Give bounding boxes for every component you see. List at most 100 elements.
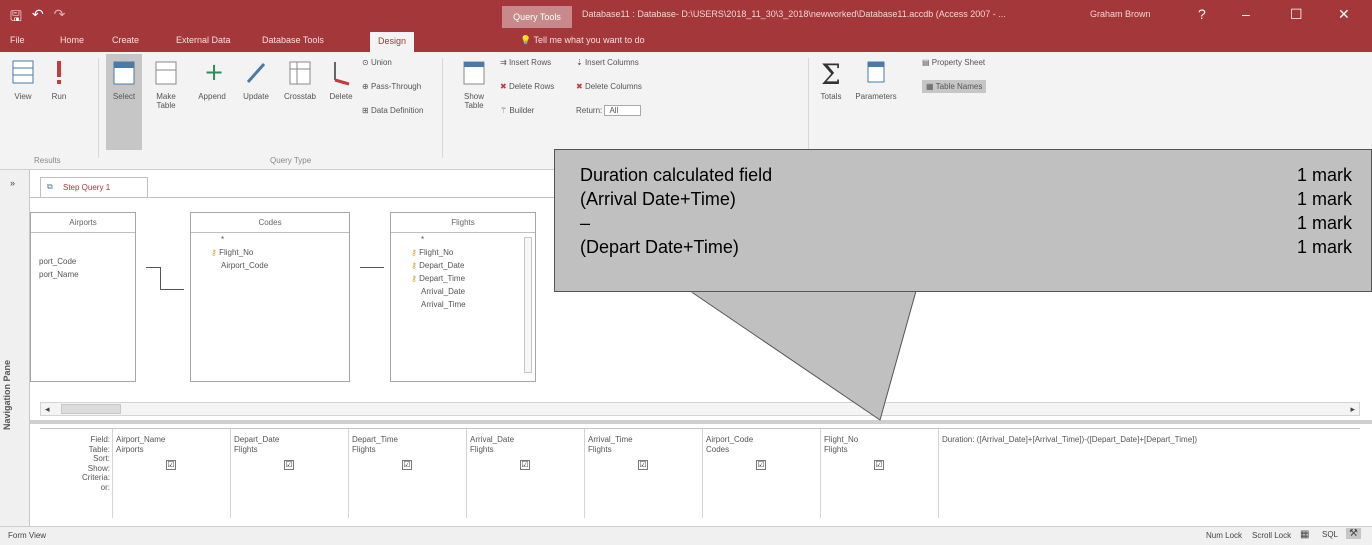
tab-step-query-1[interactable]: ⧉ Step Query 1 — [40, 177, 148, 197]
grid-table-cell[interactable]: Codes — [706, 445, 729, 454]
pass-through-button[interactable]: ⊕ Pass-Through — [362, 82, 421, 91]
delete-rows-button[interactable]: ✖ Delete Rows — [500, 82, 554, 91]
field-item[interactable]: * — [191, 233, 349, 246]
table-names-button[interactable]: ▦ Table Names — [922, 80, 987, 93]
table-flights[interactable]: Flights * ⚷ Flight_No ⚷ Depart_Date ⚷ De… — [390, 212, 536, 382]
window-title: Database11 : Database- D:\USERS\2018_11_… — [582, 9, 1006, 19]
maximize-button[interactable]: ☐ — [1290, 6, 1303, 23]
totals-button[interactable]: Σ Totals — [814, 58, 848, 101]
tab-external-data[interactable]: External Data — [176, 35, 231, 45]
show-table-button[interactable]: Show Table — [454, 58, 494, 110]
collapse-chevron-icon[interactable]: » — [10, 178, 15, 188]
pencil-icon — [246, 63, 266, 83]
scroll-thumb[interactable] — [61, 404, 121, 414]
make-table-icon — [155, 61, 177, 85]
field-item[interactable]: ⚷ Depart_Date — [391, 259, 535, 272]
table-scrollbar[interactable] — [524, 237, 532, 373]
grid-field-cell[interactable]: Airport_Name — [116, 435, 165, 444]
delete-query-button[interactable]: Delete — [324, 58, 358, 101]
show-checkbox[interactable]: ☑ — [874, 460, 884, 470]
ribbon-divider — [808, 58, 809, 158]
grid-field-cell[interactable]: Flight_No — [824, 435, 858, 444]
show-checkbox[interactable]: ☑ — [638, 460, 648, 470]
callout-mark: 1 mark — [1297, 237, 1353, 257]
user-name[interactable]: Graham Brown — [1090, 9, 1151, 19]
show-checkbox[interactable]: ☑ — [284, 460, 294, 470]
union-icon: ⊙ — [362, 58, 371, 67]
builder-button[interactable]: ⚚ Builder — [500, 106, 534, 115]
insert-rows-button[interactable]: ⇉ Insert Rows — [500, 58, 551, 67]
data-definition-label: Data Definition — [370, 106, 424, 115]
update-button[interactable]: Update — [236, 58, 276, 101]
sql-view-icon[interactable]: SQL — [1322, 530, 1338, 539]
tab-file[interactable]: File — [10, 35, 25, 45]
show-checkbox[interactable]: ☑ — [520, 460, 530, 470]
field-item[interactable]: Arrival_Time — [391, 298, 535, 311]
grid-table-cell[interactable]: Flights — [352, 445, 376, 454]
grid-field-cell[interactable]: Arrival_Date — [470, 435, 514, 444]
append-icon: +! — [204, 58, 226, 86]
group-query-type-label: Query Type — [270, 156, 312, 165]
tab-create[interactable]: Create — [112, 35, 139, 45]
undo-icon[interactable]: ↶ — [32, 6, 44, 30]
union-button[interactable]: ⊙ Union — [362, 58, 392, 67]
grid-table-cell[interactable]: Flights — [234, 445, 258, 454]
tab-home[interactable]: Home — [60, 35, 84, 45]
design-view-icon[interactable]: ⚒ — [1346, 528, 1361, 539]
parameters-button[interactable]: Parameters — [852, 58, 900, 101]
field-item[interactable]: port_Name — [31, 268, 135, 281]
tell-me-box[interactable]: 💡 Tell me what you want to do — [520, 35, 645, 46]
field-item[interactable]: ⚷ Flight_No — [391, 246, 535, 259]
grid-field-cell[interactable]: Arrival_Time — [588, 435, 633, 444]
field-item[interactable]: ⚷ Flight_No — [191, 246, 349, 259]
field-item[interactable]: Airport_Code — [191, 259, 349, 272]
datasheet-view-icon[interactable]: ▦ — [1300, 529, 1309, 540]
grid-field-cell[interactable]: Depart_Date — [234, 435, 279, 444]
close-button[interactable]: ✕ — [1338, 6, 1350, 23]
grid-divider — [938, 429, 939, 518]
delete-columns-button[interactable]: ✖ Delete Columns — [576, 82, 642, 91]
grid-field-cell[interactable]: Depart_Time — [352, 435, 398, 444]
crosstab-button[interactable]: Crosstab — [280, 58, 320, 101]
table-airports[interactable]: Airports port_Code port_Name — [30, 212, 136, 382]
query-design-grid[interactable]: Field: Table: Sort: Show: Criteria: or: … — [40, 428, 1360, 518]
grid-table-cell[interactable]: Flights — [588, 445, 612, 454]
grid-table-cell[interactable]: Airports — [116, 445, 144, 454]
append-button[interactable]: +! Append — [192, 58, 232, 101]
tab-design[interactable]: Design — [370, 32, 415, 52]
scroll-left-icon[interactable]: ◂ — [45, 404, 50, 415]
select-query-button[interactable]: Select — [106, 54, 142, 150]
grid-table-cell[interactable]: Flights — [470, 445, 494, 454]
show-checkbox[interactable]: ☑ — [402, 460, 412, 470]
tab-database-tools[interactable]: Database Tools — [262, 35, 324, 45]
key-icon: ⚷ — [411, 274, 420, 283]
help-button[interactable]: ? — [1198, 6, 1206, 22]
grid-divider — [230, 429, 231, 518]
show-checkbox[interactable]: ☑ — [756, 460, 766, 470]
field-item[interactable]: ⚷ Depart_Time — [391, 272, 535, 285]
view-button[interactable]: View — [8, 58, 38, 101]
scroll-right-icon[interactable]: ▸ — [1350, 404, 1355, 415]
data-definition-button[interactable]: ⊞ Data Definition — [362, 106, 423, 115]
field-item[interactable]: * — [391, 233, 535, 246]
grid-field-cell[interactable]: Airport_Code — [706, 435, 753, 444]
field-item[interactable]: Arrival_Date — [391, 285, 535, 298]
field-item[interactable]: port_Code — [31, 255, 135, 268]
pane-splitter[interactable] — [30, 420, 1372, 424]
table-codes[interactable]: Codes * ⚷ Flight_No Airport_Code — [190, 212, 350, 382]
property-sheet-button[interactable]: ▤ Property Sheet — [922, 58, 985, 67]
return-dropdown[interactable]: Return: All — [576, 105, 642, 116]
grid-field-cell-duration[interactable]: Duration: ([Arrival_Date]+[Arrival_Time]… — [942, 435, 1197, 444]
run-button[interactable]: Run — [44, 58, 74, 101]
parameters-icon — [867, 61, 885, 83]
make-table-button[interactable]: Make Table — [148, 58, 184, 110]
insert-columns-button[interactable]: ⇣ Insert Columns — [576, 58, 639, 67]
grid-table-cell[interactable]: Flights — [824, 445, 848, 454]
design-horizontal-scrollbar[interactable]: ◂ ▸ — [40, 402, 1360, 416]
redo-icon[interactable]: ↷ — [54, 6, 66, 30]
show-checkbox[interactable]: ☑ — [166, 460, 176, 470]
minimize-button[interactable]: – — [1242, 6, 1250, 22]
navigation-pane[interactable]: » Navigation Pane — [0, 170, 30, 532]
relationship-line — [360, 267, 384, 268]
save-icon[interactable]: 🖫 — [10, 6, 22, 30]
